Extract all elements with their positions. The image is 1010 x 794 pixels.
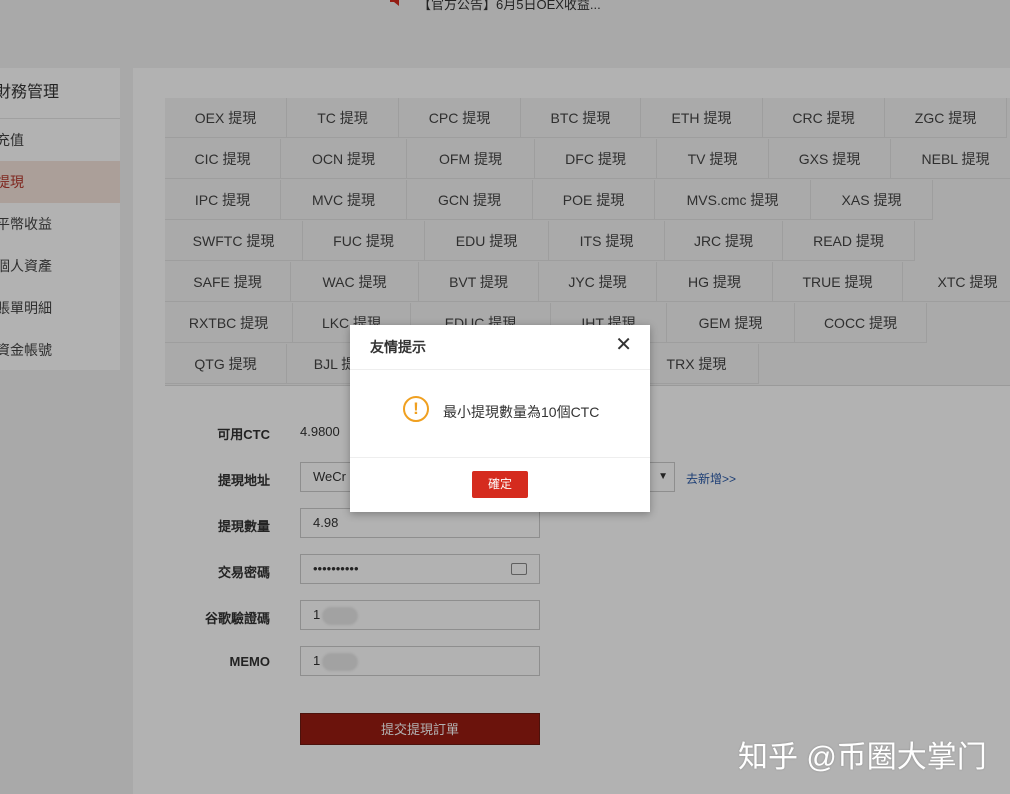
dialog-divider [350,369,650,370]
dialog-divider [350,457,650,458]
dialog-title: 友情提示 [370,339,426,355]
warning-icon: ! [403,396,429,422]
close-icon[interactable]: ✕ [615,335,632,355]
notice-dialog: 友情提示 ✕ ! 最小提現數量為10個CTC 確定 [350,325,650,512]
dialog-message: 最小提現數量為10個CTC [443,404,600,420]
watermark-text: 知乎 @币圈大掌门 [738,741,987,774]
confirm-button[interactable]: 確定 [472,471,528,498]
